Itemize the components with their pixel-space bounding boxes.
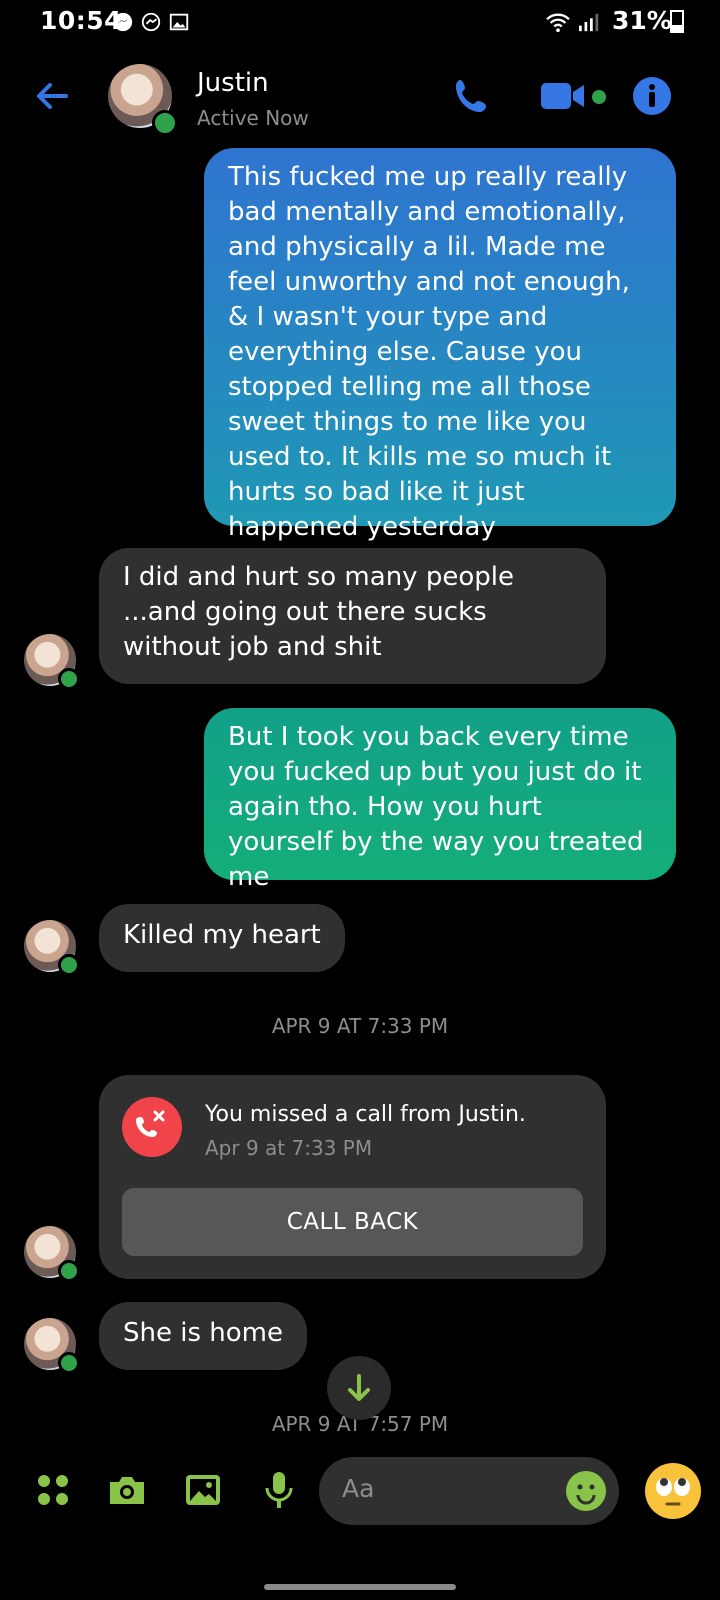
emoji-picker-icon[interactable] [566,1471,606,1511]
online-indicator [58,668,80,690]
status-time: 10:54 [40,6,123,35]
call-back-button[interactable]: CALL BACK [122,1188,583,1256]
timestamp: APR 9 AT 7:33 PM [271,1014,449,1038]
wifi-icon [546,13,570,33]
back-arrow-icon[interactable] [32,76,72,116]
quick-reaction-eye-roll-icon[interactable] [645,1463,701,1519]
video-active-dot [592,90,606,104]
battery-level: 31% [612,6,672,35]
camera-icon[interactable] [107,1470,147,1510]
online-indicator [58,1352,80,1374]
message-bubble-incoming[interactable]: She is home [99,1302,307,1370]
signal-icon [579,13,599,32]
message-bubble-incoming[interactable]: Killed my heart [99,904,345,972]
missed-call-title: You missed a call from Justin. [205,1102,526,1127]
missed-call-time: Apr 9 at 7:33 PM [205,1136,373,1160]
message-bubble-outgoing[interactable]: This fucked me up really really bad ment… [204,148,676,542]
online-indicator [58,1260,80,1282]
microphone-icon[interactable] [259,1470,299,1510]
online-indicator [152,110,178,136]
active-status: Active Now [197,106,309,130]
messenger-icon [113,12,133,32]
online-indicator [58,954,80,976]
arrow-down-icon [348,1374,370,1401]
missed-call-icon [122,1097,182,1157]
status-bar: 10:54 31% [0,0,720,48]
gallery-icon[interactable] [183,1470,223,1510]
message-bubble-outgoing[interactable]: But I took you back every time you fucke… [204,708,676,892]
messenger-outline-icon [141,12,161,32]
home-indicator [264,1584,456,1590]
video-call-icon[interactable] [540,74,590,118]
scroll-to-bottom-button[interactable] [327,1356,391,1420]
apps-grid-icon[interactable] [33,1470,73,1510]
info-icon[interactable] [630,74,674,118]
message-input-placeholder: Aa [342,1474,375,1503]
phone-call-icon[interactable] [450,74,494,118]
message-bubble-incoming[interactable]: I did and hurt so many people ...and goi… [99,548,606,684]
battery-icon [670,10,684,33]
gallery-icon [169,13,189,31]
contact-name[interactable]: Justin [197,68,269,98]
